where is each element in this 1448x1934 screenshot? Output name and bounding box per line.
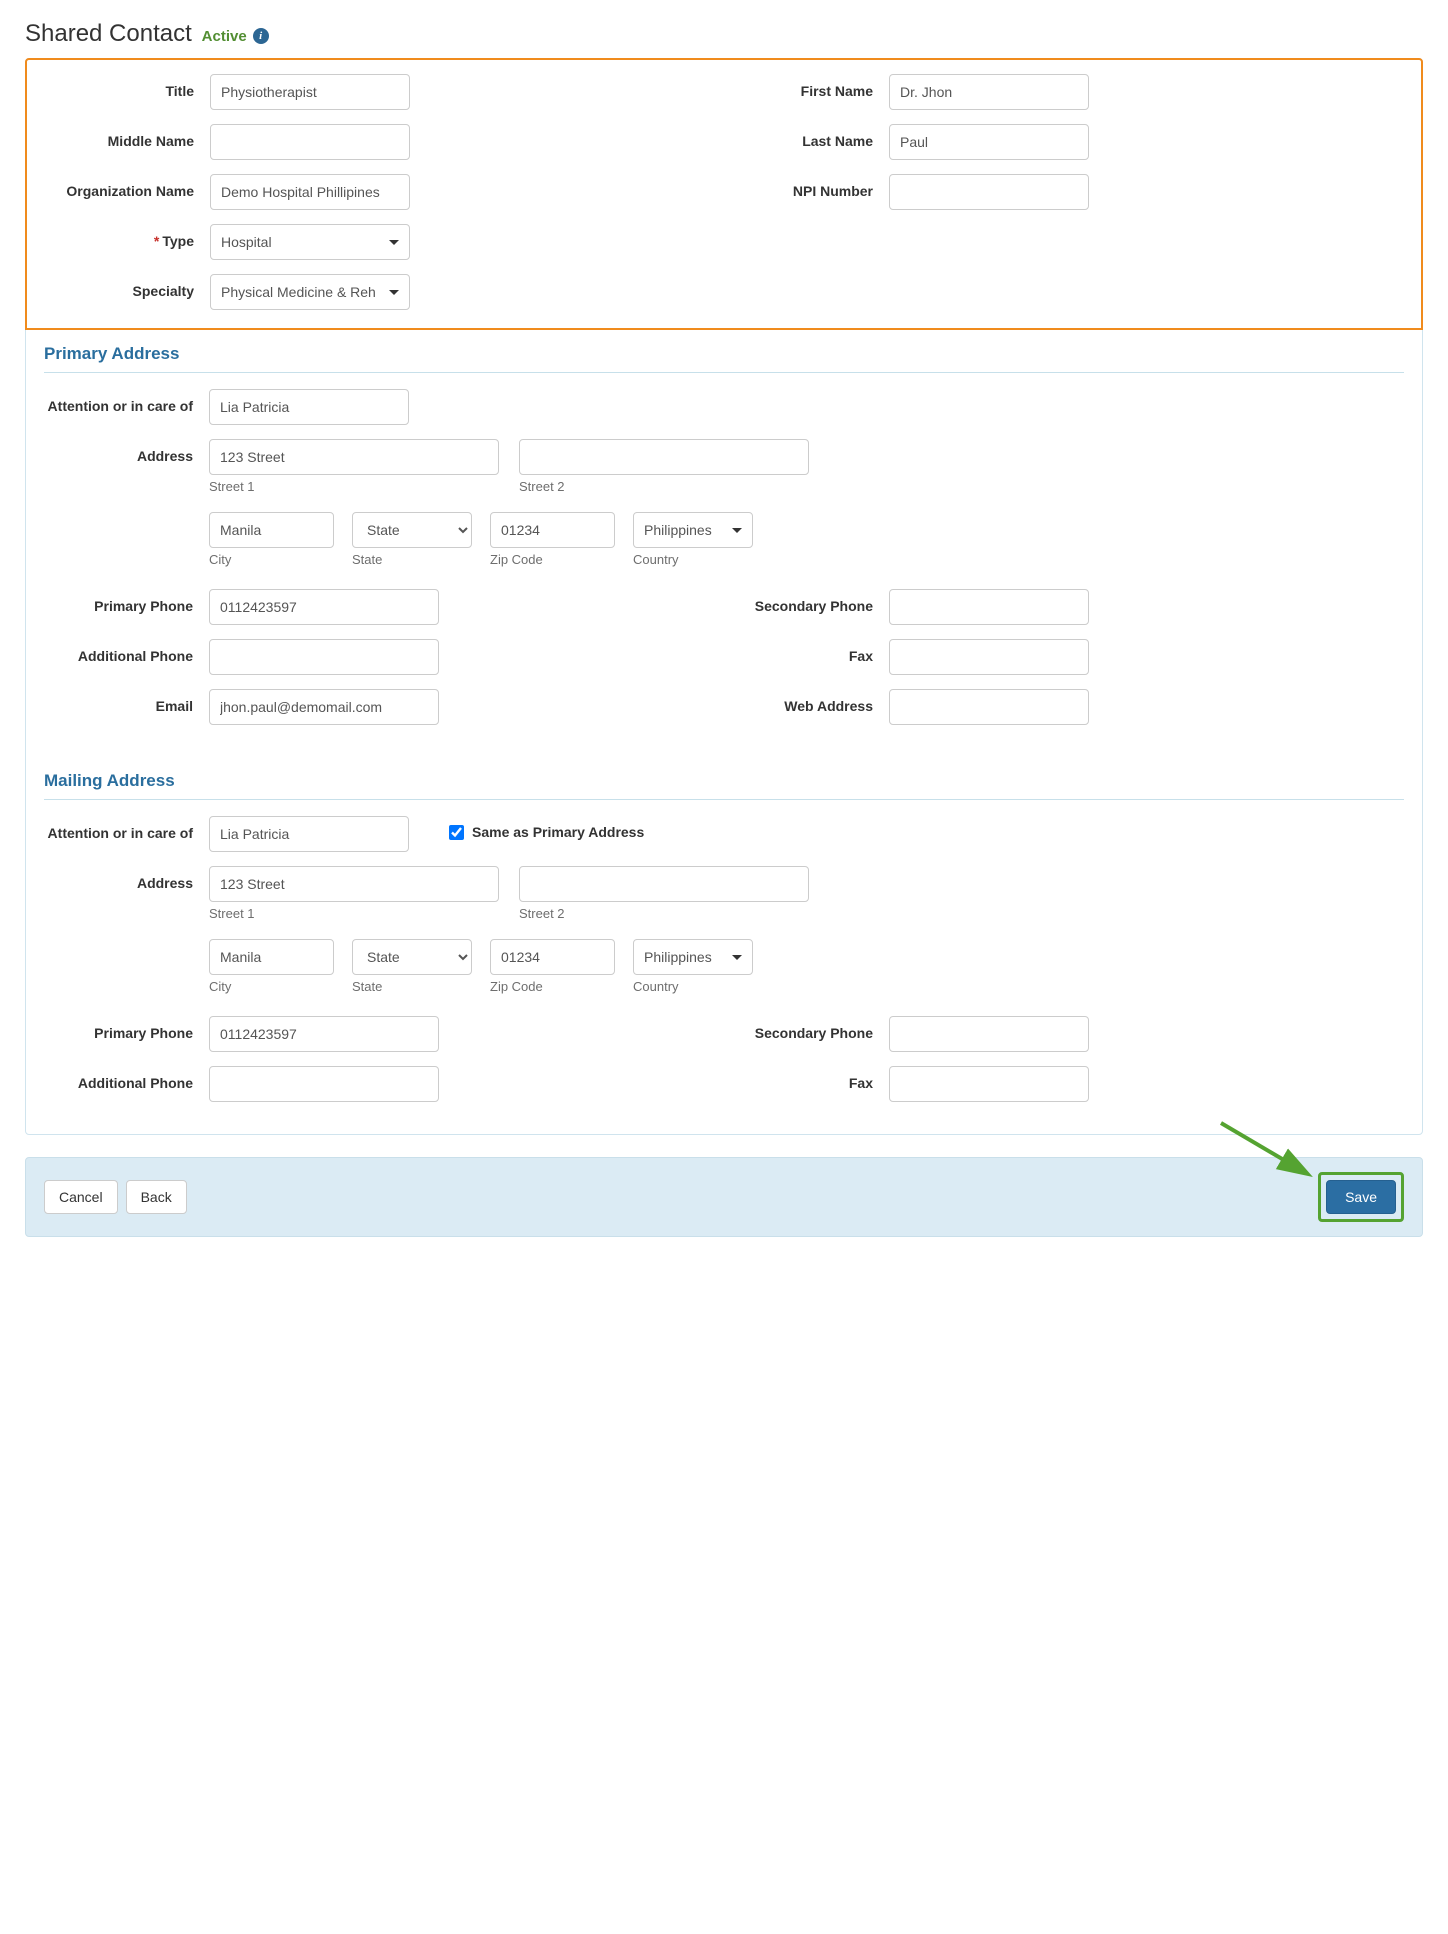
form-container: Title First Name Middle Name L bbox=[25, 58, 1423, 1135]
page-title: Shared Contact bbox=[25, 20, 192, 47]
label-attention-mailing: Attention or in care of bbox=[44, 816, 209, 852]
label-last-name: Last Name bbox=[724, 124, 889, 160]
label-type: *Type bbox=[45, 224, 210, 260]
web-address-input[interactable] bbox=[889, 689, 1089, 725]
primary-state-select[interactable]: State bbox=[352, 512, 472, 548]
divider bbox=[44, 372, 1404, 373]
secondary-phone-input[interactable] bbox=[889, 589, 1089, 625]
label-fax: Fax bbox=[724, 639, 889, 675]
street2-sublabel: Street 2 bbox=[519, 906, 809, 921]
state-sublabel: State bbox=[352, 552, 472, 567]
mailing-country-select[interactable]: Philippines bbox=[633, 939, 753, 975]
label-npi-number: NPI Number bbox=[724, 174, 889, 210]
type-select[interactable]: Hospital bbox=[210, 224, 410, 260]
cancel-button[interactable]: Cancel bbox=[44, 1180, 118, 1214]
back-button[interactable]: Back bbox=[126, 1180, 187, 1214]
org-name-input[interactable] bbox=[210, 174, 410, 210]
status-badge: Active bbox=[202, 28, 247, 45]
label-address: Address bbox=[44, 439, 209, 567]
mailing-attention-input[interactable] bbox=[209, 816, 409, 852]
mailing-additional-phone-input[interactable] bbox=[209, 1066, 439, 1102]
middle-name-input[interactable] bbox=[210, 124, 410, 160]
primary-city-input[interactable] bbox=[209, 512, 334, 548]
save-button[interactable]: Save bbox=[1326, 1180, 1396, 1214]
info-icon[interactable]: i bbox=[253, 28, 269, 44]
country-sublabel: Country bbox=[633, 979, 753, 994]
label-secondary-phone-mailing: Secondary Phone bbox=[724, 1016, 889, 1052]
state-sublabel: State bbox=[352, 979, 472, 994]
first-name-input[interactable] bbox=[889, 74, 1089, 110]
street2-sublabel: Street 2 bbox=[519, 479, 809, 494]
mailing-zip-input[interactable] bbox=[490, 939, 615, 975]
primary-phone-input[interactable] bbox=[209, 589, 439, 625]
label-middle-name: Middle Name bbox=[45, 124, 210, 160]
primary-street1-input[interactable] bbox=[209, 439, 499, 475]
label-attention: Attention or in care of bbox=[44, 389, 209, 425]
mailing-address-heading: Mailing Address bbox=[26, 757, 1422, 799]
label-first-name: First Name bbox=[724, 74, 889, 110]
label-fax-mailing: Fax bbox=[724, 1066, 889, 1102]
country-sublabel: Country bbox=[633, 552, 753, 567]
mailing-fax-input[interactable] bbox=[889, 1066, 1089, 1102]
primary-address-heading: Primary Address bbox=[26, 330, 1422, 372]
label-additional-phone-mailing: Additional Phone bbox=[44, 1066, 209, 1102]
mailing-primary-phone-input[interactable] bbox=[209, 1016, 439, 1052]
chevron-down-icon bbox=[732, 955, 742, 960]
primary-attention-input[interactable] bbox=[209, 389, 409, 425]
primary-country-select[interactable]: Philippines bbox=[633, 512, 753, 548]
zip-sublabel: Zip Code bbox=[490, 552, 615, 567]
same-as-primary-label: Same as Primary Address bbox=[472, 824, 644, 840]
primary-zip-input[interactable] bbox=[490, 512, 615, 548]
label-org-name: Organization Name bbox=[45, 174, 210, 210]
chevron-down-icon bbox=[389, 240, 399, 245]
chevron-down-icon bbox=[732, 528, 742, 533]
label-address-mailing: Address bbox=[44, 866, 209, 994]
email-input[interactable] bbox=[209, 689, 439, 725]
save-highlight: Save bbox=[1318, 1172, 1404, 1222]
label-secondary-phone: Secondary Phone bbox=[724, 589, 889, 625]
street1-sublabel: Street 1 bbox=[209, 906, 499, 921]
specialty-select[interactable]: Physical Medicine & Rehab bbox=[210, 274, 410, 310]
npi-number-input[interactable] bbox=[889, 174, 1089, 210]
label-primary-phone: Primary Phone bbox=[44, 589, 209, 625]
mailing-city-input[interactable] bbox=[209, 939, 334, 975]
label-web-address: Web Address bbox=[724, 689, 889, 725]
divider bbox=[44, 799, 1404, 800]
footer-bar: Cancel Back Save bbox=[25, 1157, 1423, 1237]
street1-sublabel: Street 1 bbox=[209, 479, 499, 494]
mailing-secondary-phone-input[interactable] bbox=[889, 1016, 1089, 1052]
identity-section: Title First Name Middle Name L bbox=[25, 58, 1423, 330]
mailing-state-select[interactable]: State bbox=[352, 939, 472, 975]
same-as-primary-checkbox[interactable] bbox=[449, 825, 464, 840]
zip-sublabel: Zip Code bbox=[490, 979, 615, 994]
city-sublabel: City bbox=[209, 979, 334, 994]
mailing-street2-input[interactable] bbox=[519, 866, 809, 902]
title-input[interactable] bbox=[210, 74, 410, 110]
city-sublabel: City bbox=[209, 552, 334, 567]
fax-input[interactable] bbox=[889, 639, 1089, 675]
chevron-down-icon bbox=[389, 290, 399, 295]
primary-street2-input[interactable] bbox=[519, 439, 809, 475]
label-additional-phone: Additional Phone bbox=[44, 639, 209, 675]
label-title: Title bbox=[45, 74, 210, 110]
label-email: Email bbox=[44, 689, 209, 725]
mailing-street1-input[interactable] bbox=[209, 866, 499, 902]
last-name-input[interactable] bbox=[889, 124, 1089, 160]
label-primary-phone-mailing: Primary Phone bbox=[44, 1016, 209, 1052]
additional-phone-input[interactable] bbox=[209, 639, 439, 675]
label-specialty: Specialty bbox=[45, 274, 210, 310]
